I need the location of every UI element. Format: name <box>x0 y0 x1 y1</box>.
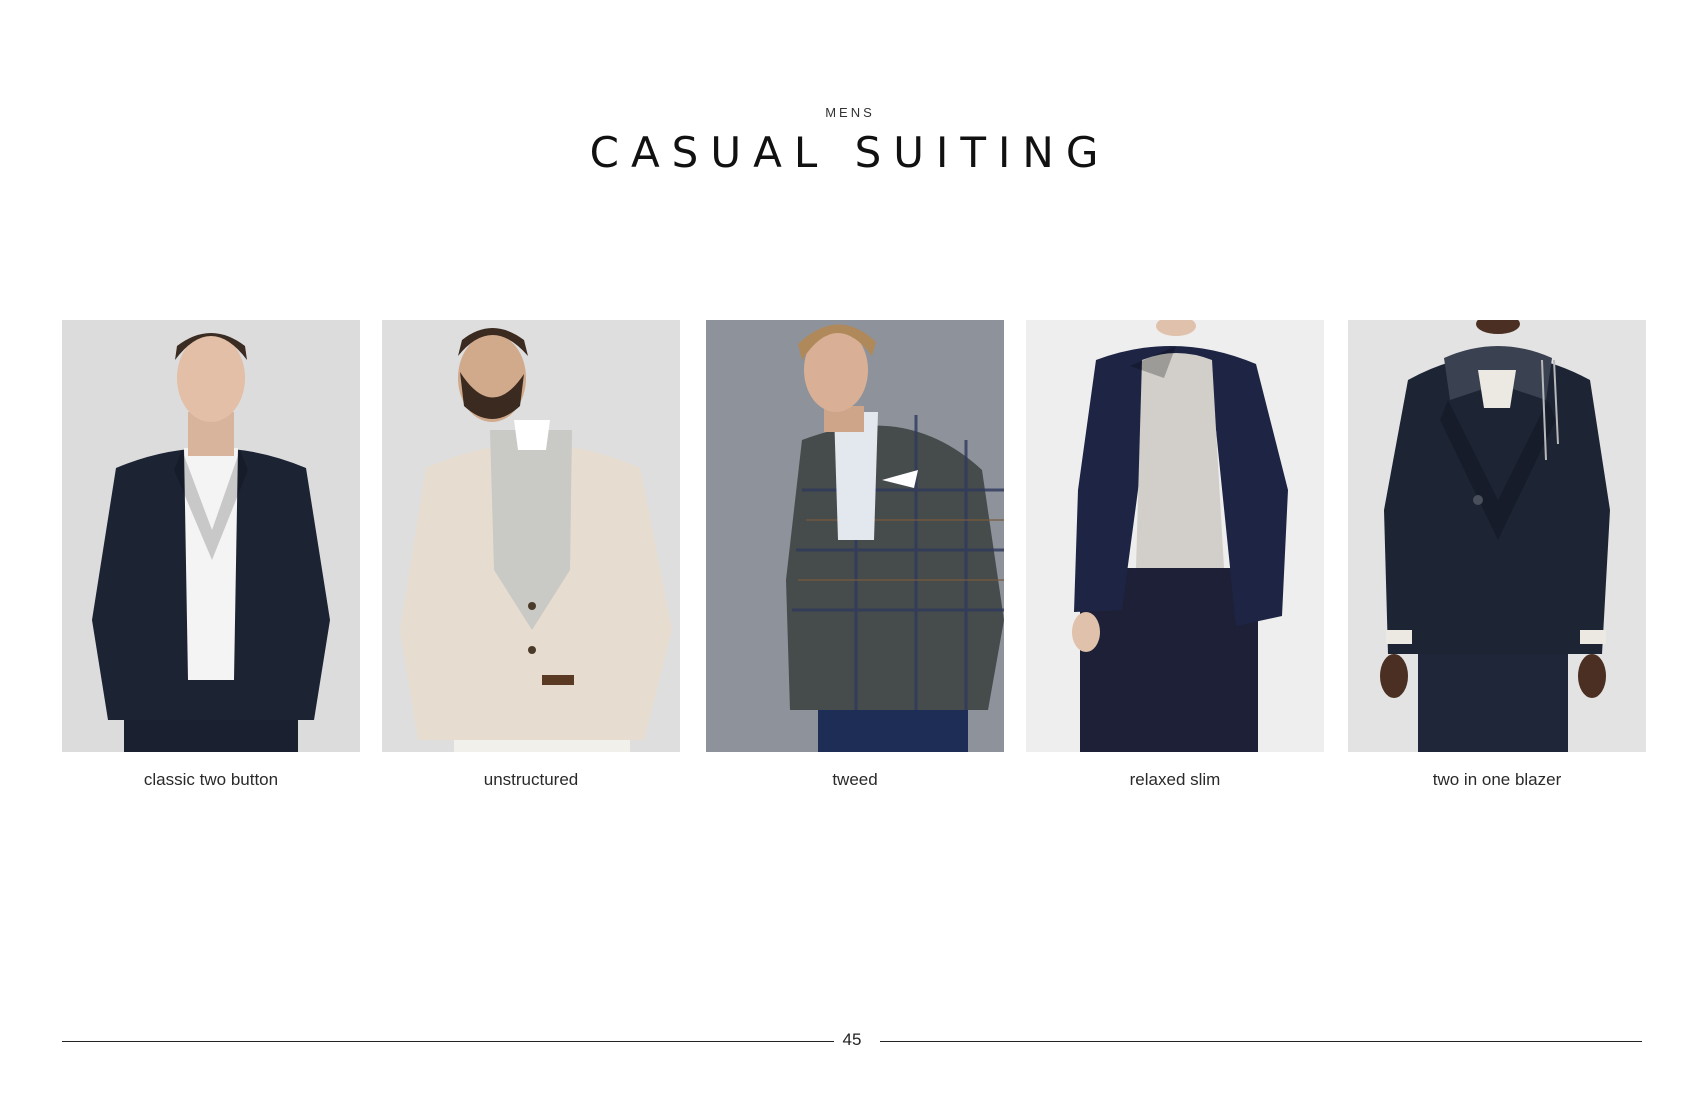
category-kicker: MENS <box>825 105 875 120</box>
product-caption: classic two button <box>143 770 279 789</box>
page-title: CASUAL SUITING <box>589 128 1111 177</box>
product-card-unstructured[interactable]: unstructured <box>382 320 680 790</box>
footer-rule-left <box>62 1041 834 1042</box>
model-figure <box>706 320 1004 752</box>
product-caption: tweed <box>832 770 878 789</box>
model-figure <box>1026 320 1324 752</box>
product-photo[interactable] <box>382 320 680 752</box>
product-caption: unstructured <box>483 770 579 789</box>
product-card-relaxed-slim[interactable]: relaxed slim <box>1026 320 1324 790</box>
product-photo[interactable] <box>1348 320 1646 752</box>
product-photo[interactable] <box>706 320 1004 752</box>
footer-rule-right <box>880 1041 1642 1042</box>
product-photo[interactable] <box>1026 320 1324 752</box>
product-caption: two in one blazer <box>1432 770 1562 789</box>
product-caption: relaxed slim <box>1129 770 1221 789</box>
model-figure <box>1348 320 1646 752</box>
model-figure <box>382 320 680 752</box>
product-card-classic-two-button[interactable]: classic two button <box>62 320 360 790</box>
product-card-two-in-one-blazer[interactable]: two in one blazer <box>1348 320 1646 790</box>
product-photo[interactable] <box>62 320 360 752</box>
page-number: 45 <box>842 1030 862 1049</box>
model-figure <box>62 320 360 752</box>
product-card-tweed[interactable]: tweed <box>706 320 1004 790</box>
